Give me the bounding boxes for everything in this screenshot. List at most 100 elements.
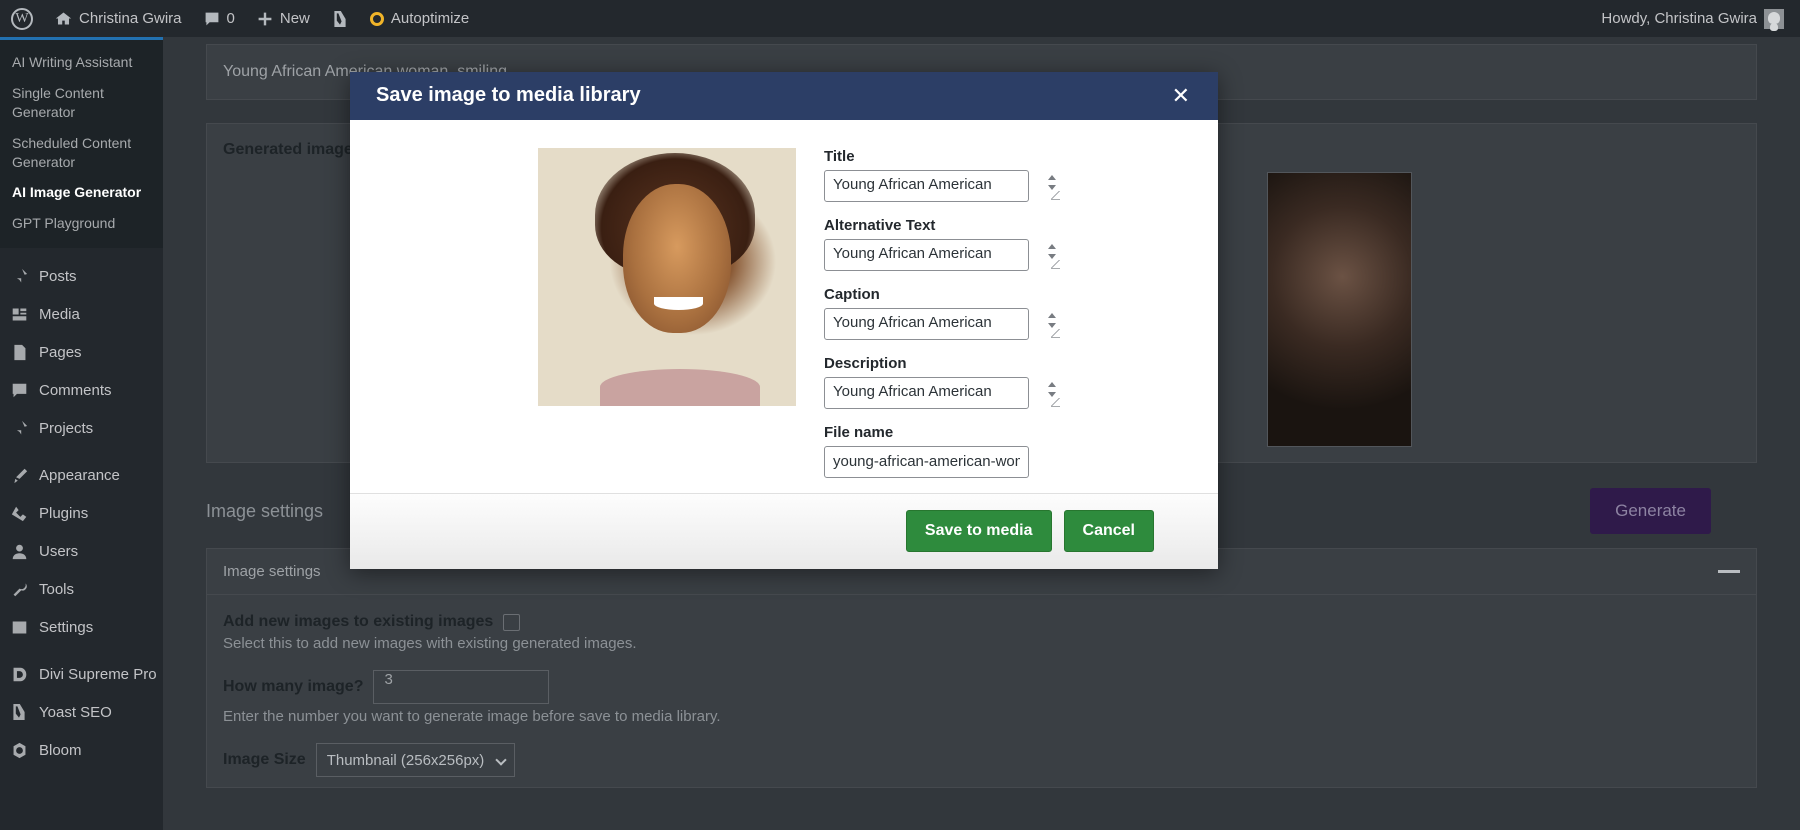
file-name-field-wrap (824, 445, 1064, 478)
how-many-label: How many image? (223, 678, 364, 695)
sidebar-item-plugins[interactable]: Plugins (0, 494, 163, 532)
sidebar-item-tools[interactable]: Tools (0, 570, 163, 608)
site-name-label: Christina Gwira (79, 10, 182, 27)
caption-field-wrap (824, 307, 1064, 340)
save-image-modal: Save image to media library ✕ Title Alter… (350, 72, 1218, 569)
new-label: New (279, 10, 310, 27)
sidebar-subitem-1[interactable]: Single Content Generator (0, 78, 163, 128)
sidebar-item-posts[interactable]: Posts (0, 257, 163, 295)
how-many-value: 3 (384, 671, 393, 688)
modal-footer: Save to media Cancel (350, 492, 1218, 569)
sidebar-subitem-4[interactable]: GPT Playground (0, 208, 163, 239)
site-name-menu[interactable]: Christina Gwira (44, 0, 193, 37)
resize-handle-icon[interactable] (1048, 311, 1060, 338)
chevron-down-icon (495, 754, 507, 766)
save-to-media-button[interactable]: Save to media (905, 510, 1052, 553)
file-name-input[interactable] (824, 445, 1029, 478)
alt-text-input[interactable] (824, 238, 1029, 271)
modal-header: Save image to media library ✕ (350, 72, 1218, 120)
sidebar-item-label: Settings (39, 618, 94, 636)
autoptimize-ring-icon (369, 11, 384, 26)
sidebar-item-bloom[interactable]: Bloom (0, 731, 163, 769)
user-icon (9, 541, 29, 561)
plug-icon (9, 503, 29, 523)
close-icon[interactable]: ✕ (1166, 81, 1196, 111)
description-input[interactable] (824, 376, 1029, 409)
image-preview (538, 147, 796, 406)
image-settings-heading: Image settings (206, 500, 324, 521)
title-label: Title (824, 147, 855, 165)
description-label: Description (824, 354, 907, 372)
image-settings-body: Add new images to existing images Select… (207, 595, 1756, 787)
how-many-input[interactable]: 3 (373, 670, 550, 704)
image-size-value: Thumbnail (256x256px) (326, 751, 485, 769)
sidebar-item-comments[interactable]: Comments (0, 371, 163, 409)
pin-icon (9, 418, 29, 438)
how-many-hint: Enter the number you want to generate im… (223, 708, 721, 725)
how-many-row: How many image? 3 (223, 670, 1740, 704)
image-settings-panel-title: Image settings (223, 563, 321, 580)
sidebar-item-media[interactable]: Media (0, 295, 163, 333)
home-icon (55, 10, 72, 27)
sidebar-item-label: Projects (39, 419, 94, 437)
sidebar-item-users[interactable]: Users (0, 532, 163, 570)
caption-input[interactable] (824, 307, 1029, 340)
title-input[interactable] (824, 169, 1029, 202)
modal-form-fields: Title Alternative Text Caption Description F… (824, 148, 1084, 493)
sidebar-item-pages[interactable]: Pages (0, 333, 163, 371)
comments-menu[interactable]: 0 (193, 0, 246, 37)
admin-sidebar: AI Writing Assistant Single Content Gener… (0, 37, 163, 830)
add-new-images-row: Add new images to existing images (223, 613, 1740, 631)
new-content-menu[interactable]: New (246, 0, 321, 37)
resize-handle-icon[interactable] (1048, 380, 1060, 407)
image-size-row: Image Size Thumbnail (256x256px) (223, 743, 1740, 777)
sidebar-item-label: Plugins (39, 504, 89, 522)
yoast-menu[interactable] (321, 0, 359, 37)
sidebar-item-label: Yoast SEO (39, 703, 112, 721)
sidebar-subitem-3[interactable]: AI Image Generator (0, 177, 163, 208)
sidebar-item-appearance[interactable]: Appearance (0, 456, 163, 494)
modal-title: Save image to media library (376, 84, 641, 107)
user-avatar-icon (1764, 8, 1784, 29)
generated-image-thumb[interactable] (1267, 172, 1412, 447)
plus-icon (257, 11, 273, 27)
generate-button[interactable]: Generate (1590, 488, 1711, 534)
sidebar-separator (0, 248, 163, 257)
sidebar-item-label: Users (39, 542, 79, 560)
preview-face (623, 183, 732, 334)
comment-bubble-icon (204, 11, 220, 27)
comments-count: 0 (226, 10, 235, 27)
sidebar-item-label: Appearance (39, 466, 120, 484)
sidebar-subitem-0[interactable]: AI Writing Assistant (0, 47, 163, 78)
autoptimize-label: Autoptimize (390, 10, 470, 27)
divi-supreme-icon (9, 664, 29, 684)
cancel-button[interactable]: Cancel (1063, 510, 1154, 553)
yoast-seo-icon (332, 10, 348, 28)
minus-icon[interactable] (1718, 570, 1740, 573)
autoptimize-menu[interactable]: Autoptimize (359, 0, 480, 37)
pin-icon (9, 266, 29, 286)
sidebar-subitem-2[interactable]: Scheduled Content Generator (0, 128, 163, 178)
sidebar-item-settings[interactable]: Settings (0, 608, 163, 646)
add-new-images-checkbox[interactable] (503, 613, 521, 631)
sidebar-separator (0, 447, 163, 456)
media-icon (9, 304, 29, 324)
resize-handle-icon[interactable] (1048, 173, 1060, 200)
image-size-select[interactable]: Thumbnail (256x256px) (315, 743, 516, 777)
admin-bar: Christina Gwira 0 New Autoptimize Howdy,… (0, 0, 1800, 37)
wordpress-logo-icon (11, 7, 33, 30)
wordpress-logo-menu[interactable] (0, 0, 44, 37)
main-menu: Posts Media Pages Comments Projects Appearanc… (0, 248, 163, 769)
preview-shoulder (599, 369, 760, 406)
paintbrush-icon (9, 465, 29, 485)
modal-body: Title Alternative Text Caption Description F… (350, 119, 1218, 493)
sidebar-item-yoast-seo[interactable]: Yoast SEO (0, 693, 163, 731)
resize-handle-icon[interactable] (1048, 242, 1060, 269)
my-account-menu[interactable]: Howdy, Christina Gwira (1590, 0, 1800, 37)
comment-bubble-icon (9, 380, 29, 400)
sidebar-item-projects[interactable]: Projects (0, 409, 163, 447)
sidebar-item-label: Bloom (39, 741, 82, 759)
sidebar-item-divi-supreme-pro[interactable]: Divi Supreme Pro (0, 655, 163, 693)
image-settings-panel: Image settings Add new images to existin… (206, 548, 1757, 788)
wrench-icon (9, 579, 29, 599)
